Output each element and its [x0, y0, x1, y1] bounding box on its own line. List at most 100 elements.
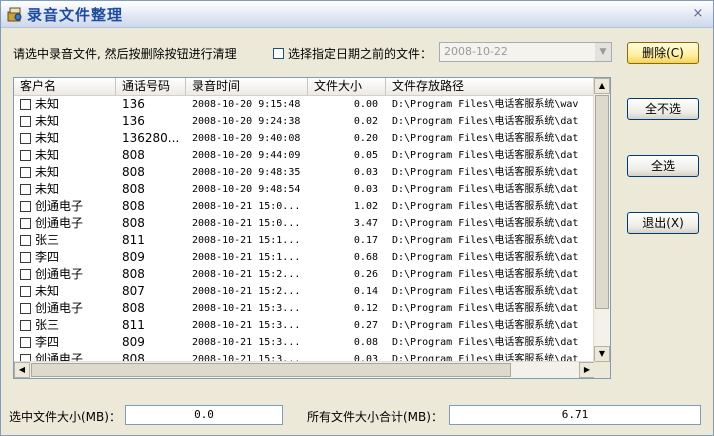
list-header: 客户名 通话号码 录音时间 文件大小 文件存放路径 [14, 78, 595, 96]
column-header-path[interactable]: 文件存放路径 [386, 78, 595, 95]
table-row[interactable]: 李四 809 2008-10-21 15:3... 0.08 D:\Program Fi… [14, 334, 595, 351]
table-row[interactable]: 未知 807 2008-10-21 15:2... 0.14 D:\Program Fi… [14, 283, 595, 300]
row-checkbox[interactable] [20, 303, 31, 314]
date-filter-checkbox[interactable]: 选择指定日期之前的文件： [273, 45, 432, 62]
customer-name: 未知 [35, 182, 60, 196]
column-header-time[interactable]: 录音时间 [186, 78, 308, 95]
row-checkbox[interactable] [20, 218, 31, 229]
cell-phone: 136280... [122, 131, 180, 145]
row-checkbox[interactable] [20, 201, 31, 212]
table-row[interactable]: 未知 808 2008-10-20 9:48:35 0.03 D:\Program Fi… [14, 164, 595, 181]
cell-phone: 808 [122, 301, 145, 315]
cell-size: 0.14 [353, 286, 378, 297]
row-checkbox[interactable] [20, 116, 31, 127]
customer-name: 李四 [35, 335, 60, 349]
cell-path: D:\Program Files\电话客服系统\dat [392, 133, 579, 144]
cell-path: D:\Program Files\电话客服系统\dat [392, 252, 579, 263]
cell-size: 0.26 [353, 269, 378, 280]
column-header-customer[interactable]: 客户名 [14, 78, 116, 95]
customer-name: 未知 [35, 284, 60, 298]
deselect-all-button[interactable]: 全不选 [627, 98, 699, 120]
cell-path: D:\Program Files\电话客服系统\dat [392, 303, 579, 314]
cell-customer: 李四 [14, 334, 116, 351]
column-header-size[interactable]: 文件大小 [308, 78, 386, 95]
cell-size: 0.02 [353, 116, 378, 127]
cell-path: D:\Program Files\电话客服系统\dat [392, 286, 579, 297]
scroll-corner [594, 362, 610, 378]
table-row[interactable]: 未知 808 2008-10-20 9:44:09 0.05 D:\Program Fi… [14, 147, 595, 164]
table-row[interactable]: 创通电子 808 2008-10-21 15:0... 1.02 D:\Program … [14, 198, 595, 215]
cell-time: 2008-10-21 15:2... [192, 269, 301, 280]
cell-time: 2008-10-20 9:44:09 [192, 150, 301, 161]
customer-name: 未知 [35, 114, 60, 128]
row-checkbox[interactable] [20, 235, 31, 246]
vertical-scroll-thumb[interactable] [595, 95, 609, 309]
cell-customer: 未知 [14, 164, 116, 181]
table-row[interactable]: 创通电子 808 2008-10-21 15:3... 0.12 D:\Program … [14, 300, 595, 317]
selected-size-field[interactable]: 0.0 [125, 405, 283, 425]
table-row[interactable]: 张三 811 2008-10-21 15:3... 0.27 D:\Program Fi… [14, 317, 595, 334]
chevron-down-icon[interactable]: ▼ [595, 43, 611, 61]
row-checkbox[interactable] [20, 337, 31, 348]
delete-button[interactable]: 删除(C) [627, 42, 699, 64]
cell-customer: 未知 [14, 147, 116, 164]
table-row[interactable]: 未知 136 2008-10-20 9:15:48 0.00 D:\Program Fi… [14, 96, 595, 113]
table-row[interactable]: 未知 808 2008-10-20 9:48:54 0.03 D:\Program Fi… [14, 181, 595, 198]
date-picker[interactable]: 2008-10-22 ▼ [439, 42, 612, 62]
column-header-phone[interactable]: 通话号码 [116, 78, 186, 95]
horizontal-scroll-thumb[interactable] [31, 363, 511, 377]
cell-size: 0.12 [353, 303, 378, 314]
cell-phone: 136 [122, 114, 145, 128]
date-filter-checkbox-box[interactable] [273, 48, 284, 59]
cell-customer: 未知 [14, 181, 116, 198]
cell-phone: 811 [122, 233, 145, 247]
total-size-label: 所有文件大小合计(MB)： [307, 410, 443, 424]
table-row[interactable]: 张三 811 2008-10-21 15:1... 0.17 D:\Program Fi… [14, 232, 595, 249]
row-checkbox[interactable] [20, 269, 31, 280]
cell-customer: 张三 [14, 317, 116, 334]
row-checkbox[interactable] [20, 320, 31, 331]
window-title: 录音文件整理 [27, 6, 124, 24]
cell-path: D:\Program Files\电话客服系统\dat [392, 337, 579, 348]
cell-size: 3.47 [353, 218, 378, 229]
total-size-field[interactable]: 6.71 [449, 405, 701, 425]
cell-size: 0.20 [353, 133, 378, 144]
scroll-left-icon[interactable]: ◀ [14, 362, 30, 378]
scroll-right-icon[interactable]: ▶ [579, 362, 595, 378]
cell-phone: 808 [122, 267, 145, 281]
exit-button[interactable]: 退出(X) [627, 212, 699, 234]
row-checkbox[interactable] [20, 184, 31, 195]
table-row[interactable]: 创通电子 808 2008-10-21 15:2... 0.26 D:\Program … [14, 266, 595, 283]
customer-name: 创通电子 [35, 199, 84, 213]
cell-customer: 未知 [14, 96, 116, 113]
customer-name: 张三 [35, 233, 60, 247]
cell-size: 0.05 [353, 150, 378, 161]
row-checkbox[interactable] [20, 150, 31, 161]
scroll-down-icon[interactable]: ▼ [594, 346, 610, 362]
table-row[interactable]: 未知 136 2008-10-20 9:24:38 0.02 D:\Program Fi… [14, 113, 595, 130]
table-row[interactable]: 李四 809 2008-10-21 15:1... 0.68 D:\Program Fi… [14, 249, 595, 266]
scroll-up-icon[interactable]: ▲ [594, 78, 610, 94]
row-checkbox[interactable] [20, 99, 31, 110]
list-body: 未知 136 2008-10-20 9:15:48 0.00 D:\Program Fi… [14, 96, 595, 362]
cell-time: 2008-10-21 15:2... [192, 286, 301, 297]
cell-customer: 李四 [14, 249, 116, 266]
table-row[interactable]: 创通电子 808 2008-10-21 15:0... 3.47 D:\Program … [14, 215, 595, 232]
row-checkbox[interactable] [20, 167, 31, 178]
select-all-button[interactable]: 全选 [627, 155, 699, 177]
row-checkbox[interactable] [20, 252, 31, 263]
vertical-scrollbar[interactable]: ▲ ▼ [593, 78, 610, 362]
cell-customer: 未知 [14, 113, 116, 130]
close-icon[interactable]: × [691, 7, 705, 21]
cell-path: D:\Program Files\电话客服系统\dat [392, 320, 579, 331]
table-row[interactable]: 未知 136280... 2008-10-20 9:40:08 0.20 D:\Prog… [14, 130, 595, 147]
horizontal-scrollbar[interactable]: ◀ ▶ [14, 361, 595, 378]
recordings-list[interactable]: 客户名 通话号码 录音时间 文件大小 文件存放路径 未知 136 2008-10-2… [13, 77, 611, 379]
cell-path: D:\Program Files\电话客服系统\dat [392, 201, 579, 212]
row-checkbox[interactable] [20, 133, 31, 144]
cell-customer: 创通电子 [14, 266, 116, 283]
cell-time: 2008-10-21 15:3... [192, 303, 301, 314]
row-checkbox[interactable] [20, 286, 31, 297]
cell-size: 0.03 [353, 167, 378, 178]
cell-phone: 809 [122, 250, 145, 264]
